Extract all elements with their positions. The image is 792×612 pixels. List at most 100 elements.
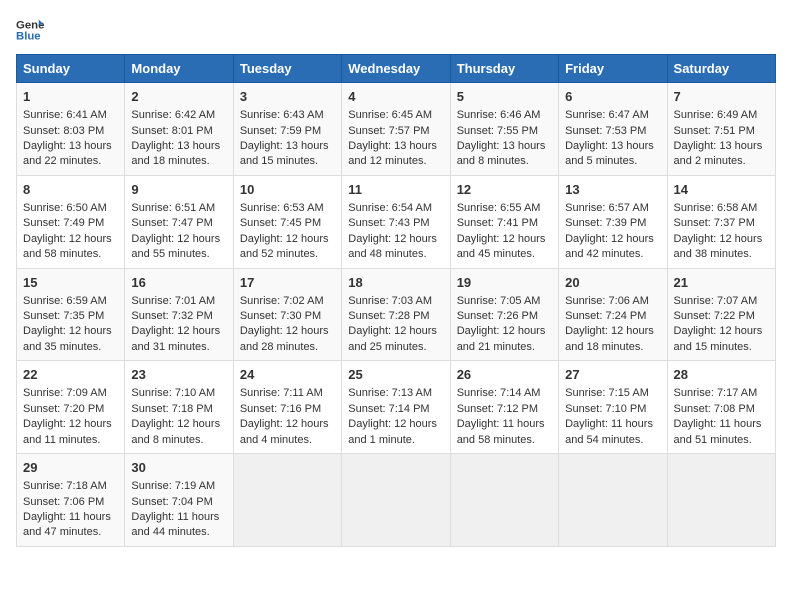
day-info-line: Sunset: 7:45 PM: [240, 216, 335, 231]
day-info-line: and 51 minutes.: [674, 433, 769, 448]
calendar-week-5: 29Sunrise: 7:18 AMSunset: 7:06 PMDayligh…: [17, 454, 776, 547]
day-info-line: Daylight: 13 hours: [23, 139, 118, 154]
day-info-line: Sunrise: 7:07 AM: [674, 294, 769, 309]
day-info-line: Daylight: 12 hours: [457, 324, 552, 339]
day-info-line: Daylight: 11 hours: [674, 417, 769, 432]
day-info-line: and 8 minutes.: [457, 154, 552, 169]
calendar-cell: 15Sunrise: 6:59 AMSunset: 7:35 PMDayligh…: [17, 268, 125, 361]
day-number: 4: [348, 88, 443, 106]
day-info-line: Sunrise: 6:46 AM: [457, 108, 552, 123]
day-info-line: Daylight: 12 hours: [674, 324, 769, 339]
calendar-cell: [233, 454, 341, 547]
calendar-cell: 20Sunrise: 7:06 AMSunset: 7:24 PMDayligh…: [559, 268, 667, 361]
weekday-header-friday: Friday: [559, 55, 667, 83]
day-info-line: Sunset: 7:24 PM: [565, 309, 660, 324]
day-info-line: and 1 minute.: [348, 433, 443, 448]
weekday-header-wednesday: Wednesday: [342, 55, 450, 83]
day-info-line: and 38 minutes.: [674, 247, 769, 262]
day-info-line: and 54 minutes.: [565, 433, 660, 448]
calendar-week-3: 15Sunrise: 6:59 AMSunset: 7:35 PMDayligh…: [17, 268, 776, 361]
day-info-line: Sunset: 8:03 PM: [23, 124, 118, 139]
day-info-line: Sunset: 7:35 PM: [23, 309, 118, 324]
calendar-cell: 13Sunrise: 6:57 AMSunset: 7:39 PMDayligh…: [559, 175, 667, 268]
day-info-line: and 45 minutes.: [457, 247, 552, 262]
day-info-line: Sunset: 7:32 PM: [131, 309, 226, 324]
day-number: 9: [131, 181, 226, 199]
weekday-header-tuesday: Tuesday: [233, 55, 341, 83]
calendar-cell: 16Sunrise: 7:01 AMSunset: 7:32 PMDayligh…: [125, 268, 233, 361]
day-number: 15: [23, 274, 118, 292]
calendar-week-1: 1Sunrise: 6:41 AMSunset: 8:03 PMDaylight…: [17, 83, 776, 176]
day-info-line: Sunrise: 6:55 AM: [457, 201, 552, 216]
day-info-line: and 5 minutes.: [565, 154, 660, 169]
day-info-line: Sunrise: 7:05 AM: [457, 294, 552, 309]
day-info-line: Sunrise: 6:41 AM: [23, 108, 118, 123]
day-info-line: Daylight: 13 hours: [457, 139, 552, 154]
day-info-line: Daylight: 13 hours: [674, 139, 769, 154]
day-info-line: Daylight: 12 hours: [348, 232, 443, 247]
day-number: 18: [348, 274, 443, 292]
calendar-cell: 11Sunrise: 6:54 AMSunset: 7:43 PMDayligh…: [342, 175, 450, 268]
calendar-cell: 1 Sunrise: 6:41 AMSunset: 8:03 PMDaylight…: [17, 83, 125, 176]
logo: General Blue: [16, 16, 48, 44]
day-info-line: Sunrise: 6:42 AM: [131, 108, 226, 123]
logo-icon: General Blue: [16, 16, 44, 44]
day-info-line: Daylight: 13 hours: [131, 139, 226, 154]
day-info-line: Daylight: 11 hours: [23, 510, 118, 525]
day-info-line: Daylight: 12 hours: [240, 324, 335, 339]
day-number: 23: [131, 366, 226, 384]
day-info-line: Sunset: 7:47 PM: [131, 216, 226, 231]
day-info-line: and 31 minutes.: [131, 340, 226, 355]
day-info-line: and 4 minutes.: [240, 433, 335, 448]
weekday-header-monday: Monday: [125, 55, 233, 83]
day-number: 10: [240, 181, 335, 199]
day-number: 21: [674, 274, 769, 292]
day-info-line: and 48 minutes.: [348, 247, 443, 262]
day-info-line: Daylight: 12 hours: [674, 232, 769, 247]
calendar-cell: 26Sunrise: 7:14 AMSunset: 7:12 PMDayligh…: [450, 361, 558, 454]
day-info-line: Daylight: 12 hours: [23, 417, 118, 432]
day-info-line: and 8 minutes.: [131, 433, 226, 448]
day-info-line: and 18 minutes.: [565, 340, 660, 355]
day-info-line: Sunrise: 7:13 AM: [348, 386, 443, 401]
day-info-line: and 15 minutes.: [240, 154, 335, 169]
calendar-cell: 22Sunrise: 7:09 AMSunset: 7:20 PMDayligh…: [17, 361, 125, 454]
day-info-line: and 22 minutes.: [23, 154, 118, 169]
calendar-cell: 17Sunrise: 7:02 AMSunset: 7:30 PMDayligh…: [233, 268, 341, 361]
day-info-line: Sunset: 7:37 PM: [674, 216, 769, 231]
weekday-header-sunday: Sunday: [17, 55, 125, 83]
day-info-line: Sunrise: 7:15 AM: [565, 386, 660, 401]
day-info-line: Sunrise: 7:03 AM: [348, 294, 443, 309]
calendar-cell: 3Sunrise: 6:43 AMSunset: 7:59 PMDaylight…: [233, 83, 341, 176]
day-info-line: Daylight: 12 hours: [240, 232, 335, 247]
calendar-cell: 10Sunrise: 6:53 AMSunset: 7:45 PMDayligh…: [233, 175, 341, 268]
day-info-line: Sunset: 7:55 PM: [457, 124, 552, 139]
day-info-line: Daylight: 11 hours: [457, 417, 552, 432]
day-info-line: Daylight: 12 hours: [131, 324, 226, 339]
calendar-cell: 21 Sunrise: 7:07 AMSunset: 7:22 PMDayligh…: [667, 268, 775, 361]
day-info-line: Sunset: 7:51 PM: [674, 124, 769, 139]
day-info-line: Sunrise: 6:54 AM: [348, 201, 443, 216]
day-info-line: Sunset: 7:26 PM: [457, 309, 552, 324]
calendar-week-2: 8Sunrise: 6:50 AMSunset: 7:49 PMDaylight…: [17, 175, 776, 268]
calendar-cell: 4Sunrise: 6:45 AMSunset: 7:57 PMDaylight…: [342, 83, 450, 176]
day-number: 1: [23, 88, 118, 106]
svg-text:Blue: Blue: [16, 31, 41, 43]
day-info-line: Sunrise: 7:01 AM: [131, 294, 226, 309]
day-info-line: Daylight: 12 hours: [23, 232, 118, 247]
day-info-line: Sunset: 7:06 PM: [23, 495, 118, 510]
day-info-line: Sunset: 7:16 PM: [240, 402, 335, 417]
calendar-cell: 5Sunrise: 6:46 AMSunset: 7:55 PMDaylight…: [450, 83, 558, 176]
day-number: 22: [23, 366, 118, 384]
day-info-line: Daylight: 12 hours: [23, 324, 118, 339]
day-info-line: Sunrise: 7:18 AM: [23, 479, 118, 494]
calendar-cell: 24Sunrise: 7:11 AMSunset: 7:16 PMDayligh…: [233, 361, 341, 454]
day-info-line: Sunset: 7:22 PM: [674, 309, 769, 324]
day-info-line: Sunrise: 6:51 AM: [131, 201, 226, 216]
day-info-line: Daylight: 11 hours: [565, 417, 660, 432]
day-info-line: Sunrise: 6:45 AM: [348, 108, 443, 123]
day-number: 12: [457, 181, 552, 199]
day-info-line: Daylight: 12 hours: [348, 417, 443, 432]
day-info-line: Sunset: 7:30 PM: [240, 309, 335, 324]
day-info-line: Sunrise: 7:09 AM: [23, 386, 118, 401]
